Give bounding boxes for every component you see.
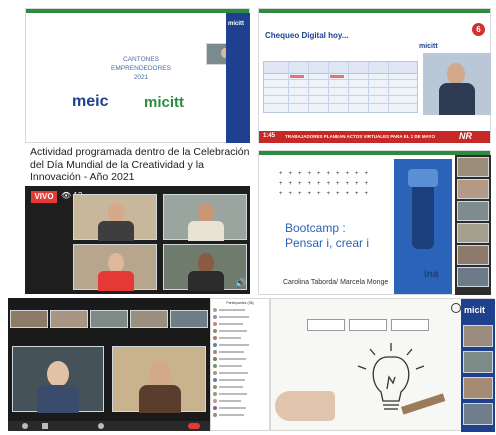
- mic-icon[interactable]: [22, 423, 28, 429]
- panel-lightbulb-drawing: micit: [270, 298, 495, 432]
- pencil-hand: [275, 391, 335, 421]
- panel-bootcamp: ++++++++++ ++++++++++ ++++++++++ Bootcamp …: [258, 150, 491, 295]
- presenters-name: Carolina Taborda/ Marcela Monge: [283, 279, 389, 286]
- micitt-logo: micitt: [419, 43, 438, 50]
- top-thumbnail-row: [10, 310, 208, 328]
- live-badge: VIVO: [31, 191, 57, 203]
- participants-header: Participantes (38): [226, 301, 254, 305]
- meeting-toolbar: [8, 421, 210, 431]
- news-ticker: 1:45 TRABAJADORES PLANEAN ACTOS VIRTUALE…: [259, 131, 490, 143]
- ticker-logo: NR: [459, 131, 472, 141]
- panel-zoom-grid: [8, 298, 210, 431]
- slide-title: CANTONES EMPRENDEDORES 2021: [111, 56, 171, 81]
- channel-badge: 6: [472, 23, 485, 36]
- eye-icon: 👁: [61, 191, 72, 200]
- participant-video: [163, 194, 247, 241]
- slide-top-bar: [26, 9, 249, 13]
- participants-icon[interactable]: [98, 423, 104, 429]
- event-caption: Actividad programada dentro de la Celebr…: [30, 146, 250, 183]
- newscaster-video: [423, 53, 491, 115]
- main-speaker-video: [112, 346, 206, 413]
- speaker-column: micit: [461, 299, 495, 432]
- bootcamp-title: Bootcamp : Pensar i, crear i: [285, 221, 370, 250]
- timer-icon: [451, 303, 461, 313]
- form-boxes: [307, 319, 429, 331]
- participant-video: [73, 244, 157, 291]
- participants-panel: Participantes (38): [210, 298, 270, 431]
- participant-list: [213, 308, 269, 428]
- robot-hand-image: [394, 159, 452, 294]
- micitt-logo: micitt: [144, 94, 185, 111]
- end-call-button[interactable]: [188, 423, 200, 429]
- chequeo-title: Chequeo Digital hoy...: [265, 31, 349, 40]
- lightbulb-drawing: [357, 343, 446, 415]
- side-blue-strip: micitt: [226, 13, 250, 143]
- panel-live-call: VIVO 👁 12 🔊: [25, 186, 250, 294]
- ticker-time: 1:45: [263, 133, 276, 139]
- dot-pattern: ++++++++++ ++++++++++ ++++++++++: [279, 171, 375, 197]
- main-speaker-video: [12, 346, 104, 413]
- speaker-icon[interactable]: 🔊: [235, 278, 246, 289]
- camera-icon[interactable]: [42, 423, 48, 429]
- micit-logo: micit: [464, 305, 486, 315]
- panel-cantones-slide: CANTONES EMPRENDEDORES 2021 meic micitt …: [25, 8, 250, 143]
- meic-logo: meic: [72, 93, 109, 110]
- slide-top-bar: [259, 9, 490, 13]
- participants-strip: [455, 155, 491, 295]
- participant-video: [73, 194, 157, 241]
- panel-chequeo-digital: Chequeo Digital hoy... micitt 6 1:45 TRA…: [258, 8, 491, 143]
- ina-logo: ina: [424, 269, 439, 280]
- ticker-text: TRABAJADORES PLANEAN ACTOS VIRTUALES PAR…: [285, 134, 436, 139]
- data-table: [263, 61, 418, 113]
